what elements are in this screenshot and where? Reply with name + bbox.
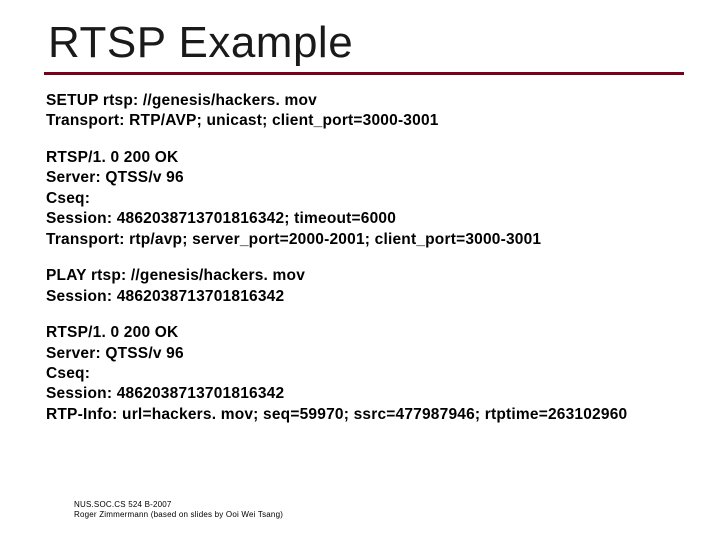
text-line: Cseq: (46, 364, 690, 384)
slide-footer: NUS.SOC.CS 524 B-2007 Roger Zimmermann (… (74, 500, 283, 520)
text-line: Session: 4862038713701816342; timeout=60… (46, 209, 690, 229)
text-line: Server: QTSS/v 96 (46, 168, 690, 188)
text-line: SETUP rtsp: //genesis/hackers. mov (46, 91, 690, 111)
response-setup-block: RTSP/1. 0 200 OK Server: QTSS/v 96 Cseq:… (44, 148, 690, 250)
text-line: RTSP/1. 0 200 OK (46, 148, 690, 168)
slide-title: RTSP Example (44, 18, 690, 68)
footer-line: NUS.SOC.CS 524 B-2007 (74, 500, 283, 510)
text-line: Session: 4862038713701816342 (46, 384, 690, 404)
response-play-block: RTSP/1. 0 200 OK Server: QTSS/v 96 Cseq:… (44, 323, 690, 425)
text-line: PLAY rtsp: //genesis/hackers. mov (46, 266, 690, 286)
slide: RTSP Example SETUP rtsp: //genesis/hacke… (0, 0, 720, 540)
text-line: Transport: RTP/AVP; unicast; client_port… (46, 111, 690, 131)
text-line: Cseq: (46, 189, 690, 209)
request-setup-block: SETUP rtsp: //genesis/hackers. mov Trans… (44, 91, 690, 132)
text-line: Transport: rtp/avp; server_port=2000-200… (46, 230, 690, 250)
text-line: Server: QTSS/v 96 (46, 344, 690, 364)
text-line: RTP-Info: url=hackers. mov; seq=59970; s… (46, 405, 690, 425)
text-line: Session: 4862038713701816342 (46, 287, 690, 307)
footer-line: Roger Zimmermann (based on slides by Ooi… (74, 510, 283, 520)
title-underline (44, 72, 684, 75)
request-play-block: PLAY rtsp: //genesis/hackers. mov Sessio… (44, 266, 690, 307)
text-line: RTSP/1. 0 200 OK (46, 323, 690, 343)
